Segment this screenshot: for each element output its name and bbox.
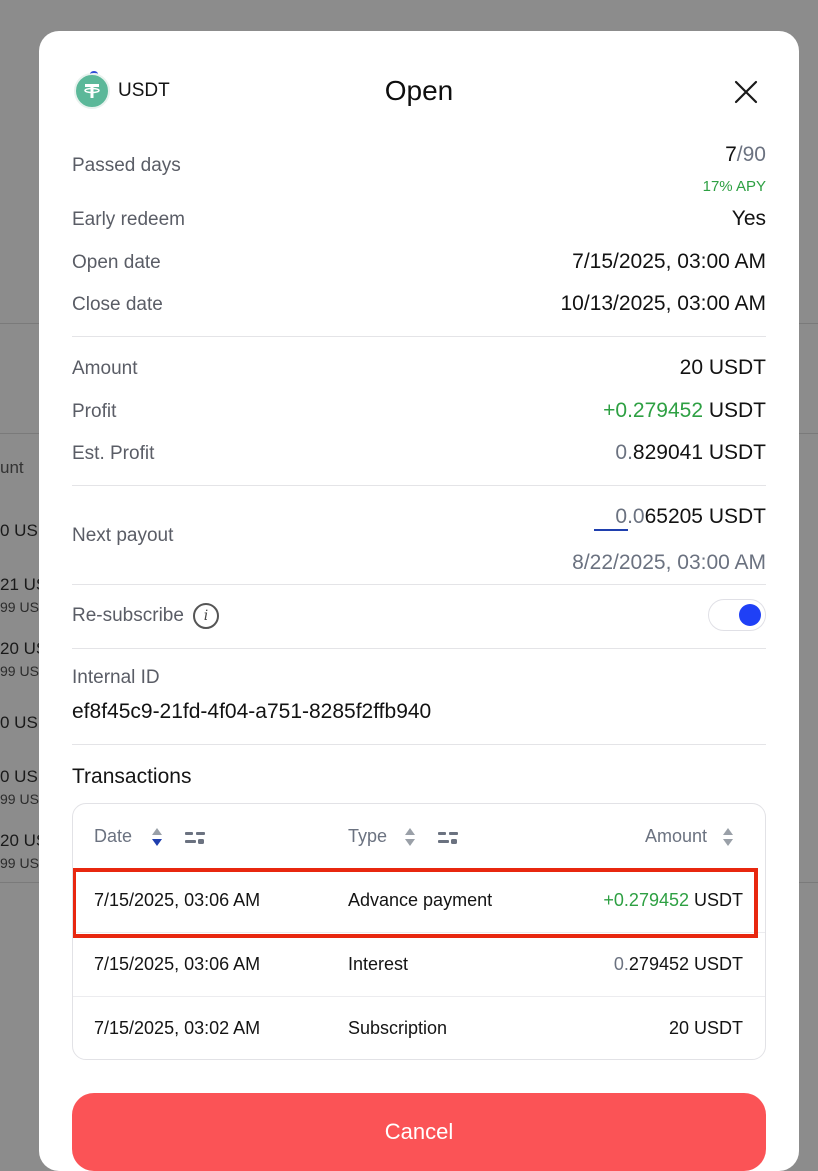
background-row-sub: 99 US bbox=[0, 663, 39, 679]
table-row[interactable]: 7/15/2025, 03:02 AM Subscription 20 USDT bbox=[73, 996, 765, 1059]
est-profit-label: Est. Profit bbox=[72, 443, 155, 464]
background-row-sub: 99 US bbox=[0, 599, 39, 615]
next-payout-underline bbox=[594, 529, 628, 531]
est-profit-value: 0.829041 USDT bbox=[615, 441, 766, 465]
sort-date-icon[interactable] bbox=[151, 826, 163, 848]
sort-amount-icon[interactable] bbox=[722, 826, 734, 848]
info-icon[interactable]: i bbox=[193, 603, 219, 629]
open-date-label: Open date bbox=[72, 252, 161, 273]
next-payout-date: 8/22/2025, 03:00 AM bbox=[572, 551, 766, 574]
background-column-header: unt bbox=[0, 458, 24, 477]
staking-detail-modal: USDT Open Passed days 7/90 17% APY Early… bbox=[39, 31, 799, 1171]
tx-amount-unit: USDT bbox=[689, 954, 743, 974]
profit-value: +0.279452 USDT bbox=[603, 399, 766, 423]
apy-badge: 17% APY bbox=[702, 178, 766, 195]
passed-days-current: 7 bbox=[725, 143, 737, 166]
early-redeem-row: Early redeem Yes bbox=[72, 207, 766, 237]
tx-type: Interest bbox=[348, 954, 409, 974]
amount-label: Amount bbox=[72, 358, 138, 379]
internal-id-label: Internal ID bbox=[72, 667, 160, 688]
highlight-box bbox=[73, 868, 758, 938]
open-date-row: Open date 7/15/2025, 03:00 AM bbox=[72, 250, 766, 280]
modal-header: USDT Open bbox=[39, 31, 799, 151]
toggle-knob bbox=[739, 604, 761, 626]
sort-type-icon[interactable] bbox=[404, 826, 416, 848]
section-divider bbox=[72, 485, 766, 486]
resubscribe-toggle[interactable] bbox=[708, 599, 766, 631]
early-redeem-label: Early redeem bbox=[72, 209, 185, 230]
passed-days-value: 7/90 bbox=[725, 143, 766, 167]
section-divider bbox=[72, 744, 766, 745]
internal-id-block: Internal ID ef8f45c9-21fd-4f04-a751-8285… bbox=[72, 667, 766, 737]
transactions-table: Date Type Amount 7/15/2025, 03:06 AM Adv… bbox=[72, 803, 766, 1060]
table-row[interactable]: 7/15/2025, 03:06 AM Interest 0.279452 US… bbox=[73, 932, 765, 996]
next-payout-prefix: 0.0 bbox=[615, 505, 645, 528]
est-profit-row: Est. Profit 0.829041 USDT bbox=[72, 441, 766, 471]
section-divider bbox=[72, 648, 766, 649]
background-row-main: 0 USI bbox=[0, 767, 43, 786]
transactions-title: Transactions bbox=[72, 765, 192, 788]
amount-row: Amount 20 USDT bbox=[72, 356, 766, 386]
internal-id-value: ef8f45c9-21fd-4f04-a751-8285f2ffb940 bbox=[72, 700, 432, 723]
close-date-label: Close date bbox=[72, 294, 163, 315]
header-date: Date bbox=[94, 826, 133, 846]
next-payout-amount: 0.065205 USDT bbox=[615, 505, 766, 529]
next-payout-rest: 65205 USDT bbox=[644, 505, 766, 528]
resubscribe-label: Re-subscribe bbox=[72, 605, 184, 626]
open-date-value: 7/15/2025, 03:00 AM bbox=[572, 250, 766, 273]
profit-unit: USDT bbox=[703, 399, 766, 422]
tx-type: Subscription bbox=[348, 1018, 448, 1038]
resubscribe-row: Re-subscribe i bbox=[72, 599, 766, 635]
tx-date: 7/15/2025, 03:06 AM bbox=[94, 954, 261, 974]
cancel-button[interactable]: Cancel bbox=[72, 1093, 766, 1171]
close-date-row: Close date 10/13/2025, 03:00 AM bbox=[72, 292, 766, 322]
section-divider bbox=[72, 336, 766, 337]
background-row-main: 0 US bbox=[0, 521, 38, 540]
background-row-sub: 99 US bbox=[0, 791, 39, 807]
tx-date: 7/15/2025, 03:02 AM bbox=[94, 1018, 261, 1038]
background-row-main: 0 US bbox=[0, 713, 38, 732]
close-date-value: 10/13/2025, 03:00 AM bbox=[560, 292, 767, 315]
next-payout-row: Next payout 0.065205 USDT 8/22/2025, 03:… bbox=[72, 505, 766, 589]
tx-amount-value: 20 bbox=[668, 1018, 689, 1038]
tx-amount: 20 USDT bbox=[669, 1018, 743, 1039]
filter-type-icon[interactable] bbox=[437, 830, 459, 846]
profit-amount: +0.279452 bbox=[603, 399, 703, 422]
tx-amount-value: 279452 bbox=[628, 954, 689, 974]
tx-amount: 0.279452 USDT bbox=[614, 954, 743, 975]
tx-amount-prefix: 0. bbox=[613, 954, 629, 974]
tx-amount-unit: USDT bbox=[689, 1018, 743, 1038]
header-amount: Amount bbox=[644, 826, 707, 846]
est-profit-prefix: 0. bbox=[615, 441, 633, 464]
section-divider bbox=[72, 584, 766, 585]
early-redeem-value: Yes bbox=[731, 207, 766, 230]
amount-value: 20 USDT bbox=[679, 356, 766, 379]
passed-days-row: Passed days 7/90 17% APY bbox=[72, 143, 766, 195]
close-icon[interactable] bbox=[733, 79, 759, 105]
profit-label: Profit bbox=[72, 401, 117, 422]
background-row-sub: 99 US bbox=[0, 855, 39, 871]
header-type: Type bbox=[348, 826, 388, 846]
passed-days-total: /90 bbox=[736, 143, 766, 166]
est-profit-rest: 829041 USDT bbox=[632, 441, 766, 464]
passed-days-label: Passed days bbox=[72, 155, 181, 176]
profit-row: Profit +0.279452 USDT bbox=[72, 399, 766, 429]
modal-title: Open bbox=[384, 75, 454, 106]
filter-date-icon[interactable] bbox=[184, 830, 206, 846]
next-payout-label: Next payout bbox=[72, 525, 174, 546]
